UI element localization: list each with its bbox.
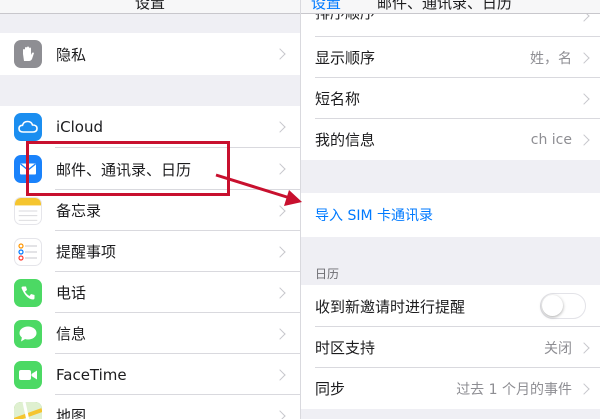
chevron-right-icon xyxy=(274,409,286,419)
row-label: 收到新邀请时进行提醒 xyxy=(315,297,466,316)
maps-icon xyxy=(14,401,42,419)
row-label: 我的信息 xyxy=(315,131,376,149)
chevron-right-icon xyxy=(578,133,590,146)
mail-icon xyxy=(14,155,42,183)
settings-item-label: 地图 xyxy=(56,407,87,419)
settings-nav-bar: 设置 xyxy=(0,0,300,14)
settings-item-notes[interactable]: 备忘录 xyxy=(0,190,300,231)
settings-item-label: 邮件、通讯录、日历 xyxy=(56,160,192,179)
settings-item-facetime[interactable]: FaceTime xyxy=(0,354,300,395)
chevron-right-icon xyxy=(274,327,286,340)
settings-item-phone[interactable]: 电话 xyxy=(0,272,300,313)
nav-title: 邮件、通讯录、日历 xyxy=(377,0,513,12)
settings-item-messages[interactable]: 信息 xyxy=(0,313,300,354)
settings-item-label: FaceTime xyxy=(56,365,127,384)
sort-order-row[interactable]: 排序顺序 xyxy=(301,14,600,37)
chevron-right-icon xyxy=(578,92,590,105)
detail-nav-bar: 设置 邮件、通讯录、日历 xyxy=(301,0,600,14)
hand-icon xyxy=(14,40,42,68)
row-label: 显示顺序 xyxy=(315,49,376,67)
nav-title: 设置 xyxy=(134,0,165,12)
import-sim-contacts-button[interactable]: 导入 SIM 卡通讯录 xyxy=(301,193,600,237)
chevron-right-icon xyxy=(274,368,286,381)
new-invitation-alerts-toggle[interactable] xyxy=(540,293,586,319)
row-value: 关闭 xyxy=(544,340,572,357)
chevron-right-icon xyxy=(274,204,286,217)
settings-panel: 设置 隐私 iCloud 邮件、通讯录、日历 备忘录 提醒事项 电话 信息 Fa… xyxy=(0,0,300,419)
sync-row[interactable]: 同步 过去 1 个月的事件 xyxy=(301,368,600,409)
back-button[interactable]: 设置 xyxy=(311,0,341,13)
toggle-knob xyxy=(542,295,563,316)
my-info-row[interactable]: 我的信息 ch ice xyxy=(301,119,600,160)
calendar-section-header: 日历 xyxy=(315,267,340,281)
chevron-right-icon xyxy=(578,14,590,22)
chevron-right-icon xyxy=(578,382,590,395)
row-label: 短名称 xyxy=(315,90,361,108)
settings-item-label: 信息 xyxy=(56,325,87,343)
chevron-right-icon xyxy=(274,163,286,175)
display-order-row[interactable]: 显示顺序 姓，名 xyxy=(301,37,600,78)
settings-item-label: 提醒事项 xyxy=(56,243,117,261)
notes-icon xyxy=(14,196,42,225)
settings-item-maps[interactable]: 地图 xyxy=(0,395,300,419)
short-name-row[interactable]: 短名称 xyxy=(301,78,600,119)
row-label: 排序顺序 xyxy=(315,14,375,23)
chevron-right-icon xyxy=(274,286,286,299)
row-value: 过去 1 个月的事件 xyxy=(456,381,572,398)
chevron-right-icon xyxy=(578,51,590,64)
new-invitation-alerts-row: 收到新邀请时进行提醒 xyxy=(301,285,600,327)
settings-item-label: iCloud xyxy=(56,118,104,136)
row-label: 时区支持 xyxy=(315,339,376,357)
reminders-icon xyxy=(14,237,42,266)
import-sim-link: 导入 SIM 卡通讯录 xyxy=(315,208,433,224)
settings-item-label: 隐私 xyxy=(56,45,87,64)
phone-icon xyxy=(14,278,42,307)
settings-item-reminders[interactable]: 提醒事项 xyxy=(0,231,300,272)
settings-item-label: 电话 xyxy=(56,284,87,302)
messages-icon xyxy=(14,319,42,348)
chevron-right-icon xyxy=(274,245,286,258)
settings-item-privacy[interactable]: 隐私 xyxy=(0,33,300,75)
row-label: 同步 xyxy=(315,380,346,398)
mail-contacts-calendars-panel: 设置 邮件、通讯录、日历 排序顺序 显示顺序 姓，名 短名称 我的信息 ch i… xyxy=(300,0,600,419)
row-value: 姓，名 xyxy=(530,50,572,67)
cloud-icon xyxy=(14,113,42,141)
chevron-right-icon xyxy=(578,341,590,354)
chevron-right-icon xyxy=(274,121,286,133)
time-zone-support-row[interactable]: 时区支持 关闭 xyxy=(301,327,600,368)
row-value: ch ice xyxy=(530,131,572,148)
facetime-icon xyxy=(14,360,42,389)
chevron-right-icon xyxy=(274,48,286,60)
settings-item-label: 备忘录 xyxy=(56,202,102,220)
settings-item-mail-contacts-calendars[interactable]: 邮件、通讯录、日历 xyxy=(0,148,300,190)
settings-item-icloud[interactable]: iCloud xyxy=(0,106,300,148)
